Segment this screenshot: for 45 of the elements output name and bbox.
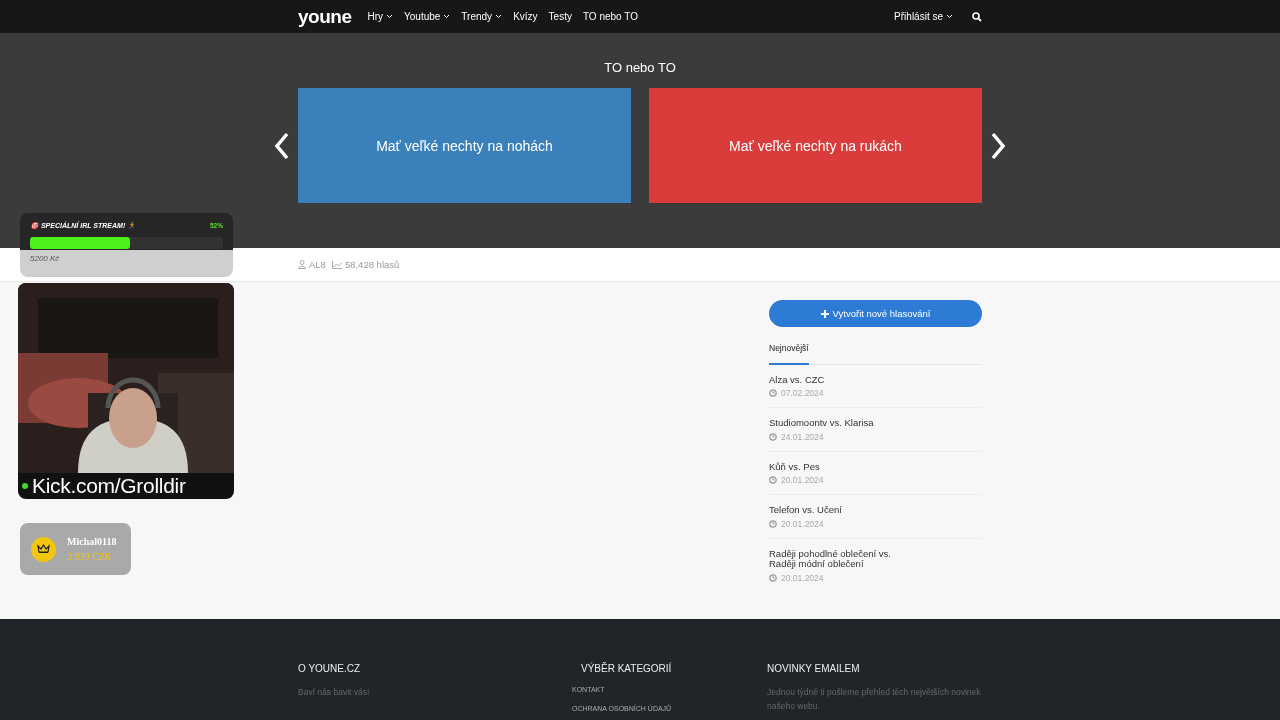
author-text: AL8 xyxy=(298,259,326,270)
poll-link[interactable]: Kůň vs. Pes xyxy=(769,461,919,473)
poll-date: 07.02.2024 xyxy=(769,388,982,399)
poll-link[interactable]: Alza vs. CZC xyxy=(769,375,919,386)
poll-title: TO nebo TO xyxy=(604,60,676,75)
create-poll-button[interactable]: Vytvořit nové hlasování xyxy=(769,300,982,327)
logo[interactable]: youne xyxy=(298,5,352,28)
poll-date: 20.01.2024 xyxy=(769,572,982,583)
tab[interactable]: Nejnovější xyxy=(769,343,809,365)
footer-text: Jednou týdně ti pošleme přehled těch největších novinek našeho webu. xyxy=(767,686,982,713)
clock-icon xyxy=(769,519,777,528)
plus-icon xyxy=(820,309,829,318)
poll-date: 20.01.2024 xyxy=(769,475,982,486)
live-dot-icon xyxy=(22,483,28,489)
clock-icon xyxy=(769,476,777,485)
option-card[interactable]: Mať veľké nechty na rukách xyxy=(649,88,982,203)
footer-heading: NOVINKY EMAILEM xyxy=(767,663,861,674)
crown-icon xyxy=(31,536,56,562)
clock-icon xyxy=(769,573,777,582)
footer-heading: O YOUNE.CZ xyxy=(298,663,362,674)
votes-text: 58,428 hlasů xyxy=(331,259,400,270)
poll-link[interactable]: Raději pohodlné oblečení vs. Raději módní oblečení xyxy=(769,548,919,570)
caret-icon xyxy=(946,14,953,19)
poll-date: 24.01.2024 xyxy=(769,431,982,442)
clock-icon xyxy=(769,432,777,441)
user-icon xyxy=(298,260,306,269)
login-link[interactable]: Přihlásit se xyxy=(894,11,953,22)
clock-icon xyxy=(769,389,777,398)
nav-link[interactable]: Testy xyxy=(548,11,572,22)
goal-amount: 5200 Kč xyxy=(30,254,61,263)
donor-name: Michal0118 xyxy=(67,536,117,547)
poll-link[interactable]: Telefon vs. Učení xyxy=(769,505,919,516)
search-icon[interactable] xyxy=(972,11,982,22)
poll-link[interactable]: Studiomoontv vs. Klarisa xyxy=(769,418,919,429)
chart-icon xyxy=(331,260,342,269)
nav-link[interactable]: Kvízy xyxy=(513,11,538,22)
nav-link[interactable]: TO nebo TO xyxy=(582,11,638,22)
nav-link[interactable]: Trendy xyxy=(461,11,503,22)
channel-caption: Kick.com/Grolldir xyxy=(32,474,186,498)
nav-link[interactable]: Youtube xyxy=(404,11,451,22)
donation-amount: 3 939 CZK xyxy=(67,551,112,562)
nav-link[interactable]: Hry xyxy=(367,11,393,22)
poll-date: 20.01.2024 xyxy=(769,518,982,529)
option-card[interactable]: Mať veľké nechty na nohách xyxy=(298,88,631,203)
footer-heading: VÝBĚR KATEGORIÍ xyxy=(581,663,673,674)
